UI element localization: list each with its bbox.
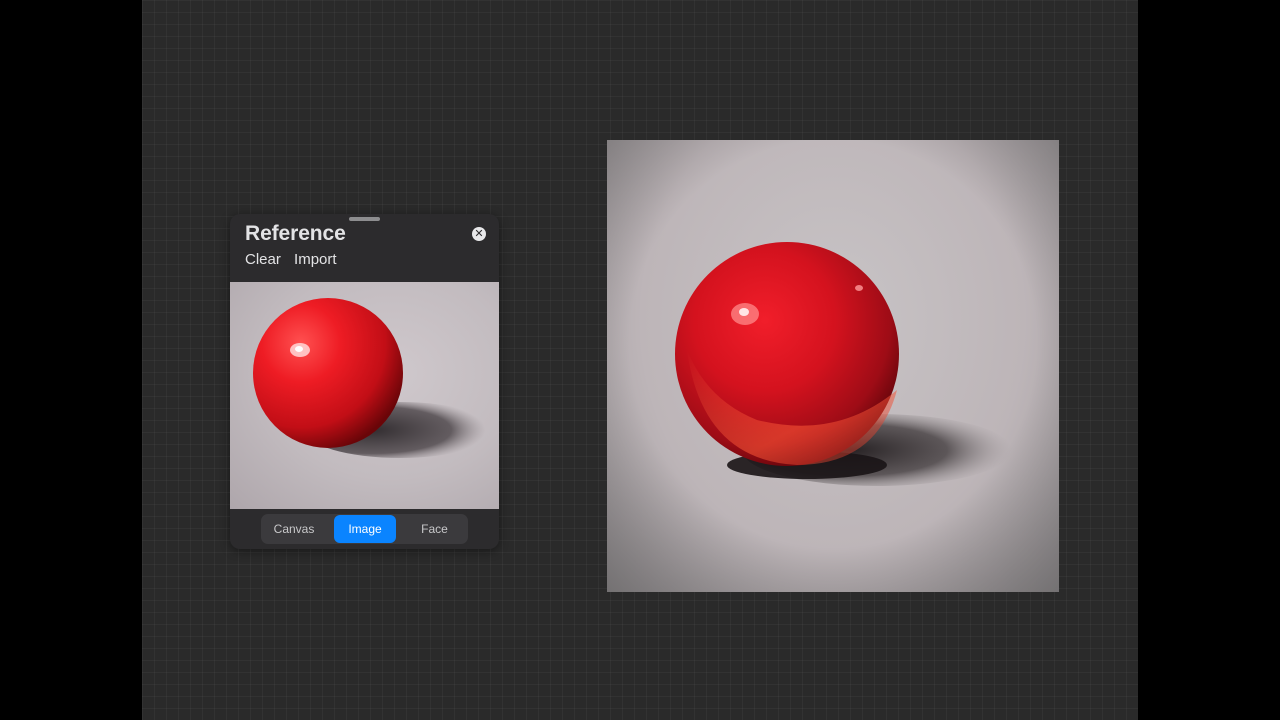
tab-canvas[interactable]: Canvas <box>261 515 327 543</box>
reference-image[interactable] <box>230 282 499 509</box>
clear-button[interactable]: Clear <box>245 251 281 268</box>
tab-face[interactable]: Face <box>401 515 468 543</box>
reference-mode-segmented-control: Canvas Image Face <box>261 514 468 544</box>
import-button[interactable]: Import <box>294 251 337 268</box>
reference-photo-red-ball <box>253 298 495 458</box>
panel-title: Reference <box>245 222 346 245</box>
panel-drag-handle[interactable] <box>349 217 380 221</box>
painting-red-ball <box>607 140 1059 592</box>
tab-image[interactable]: Image <box>334 515 396 543</box>
reference-panel: Reference ✕ Clear Import Canvas Image Fa… <box>230 214 499 549</box>
drawing-canvas[interactable] <box>607 140 1059 592</box>
panel-actions: Clear Import <box>245 251 346 268</box>
drawing-workspace[interactable]: Reference ✕ Clear Import Canvas Image Fa… <box>142 0 1138 720</box>
close-icon[interactable]: ✕ <box>472 227 486 241</box>
